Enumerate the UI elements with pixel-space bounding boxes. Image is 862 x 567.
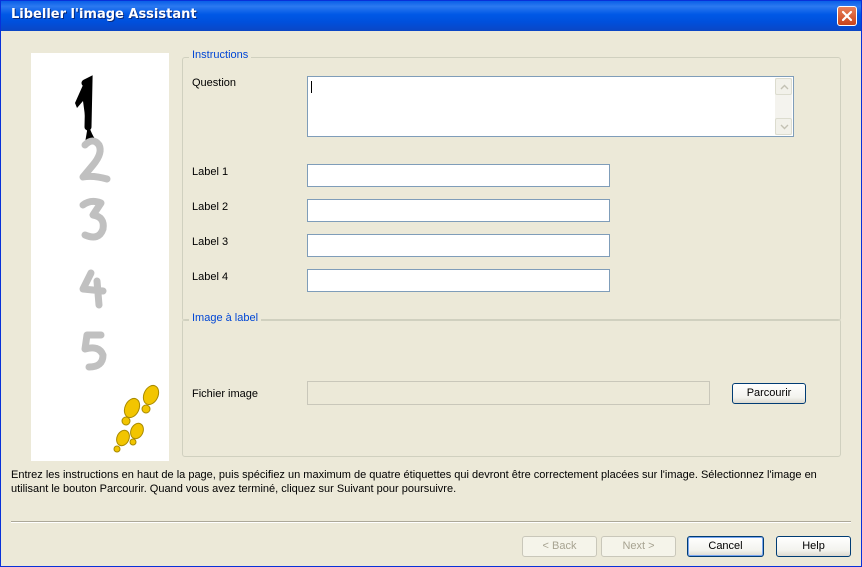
next-button[interactable]: Next >	[601, 536, 676, 557]
label-1-input[interactable]	[307, 164, 610, 187]
question-scrollbar[interactable]	[775, 78, 792, 135]
back-button[interactable]: < Back	[522, 536, 597, 557]
label-1-caption: Label 1	[192, 166, 229, 178]
browse-button[interactable]: Parcourir	[732, 383, 806, 404]
close-button[interactable]	[837, 6, 857, 26]
help-button[interactable]: Help	[776, 536, 851, 557]
help-text: Entrez les instructions en haut de la pa…	[11, 469, 817, 495]
image-legend: Image à label	[189, 312, 262, 324]
window-title: Libeller l'image Assistant	[11, 7, 197, 22]
footprints-icon	[113, 384, 160, 453]
text-caret	[311, 81, 312, 93]
image-file-label: Fichier image	[192, 388, 259, 400]
question-input[interactable]	[307, 76, 794, 137]
step-1-numeral	[75, 75, 95, 143]
question-label: Question	[192, 77, 237, 89]
scroll-up-button[interactable]	[775, 78, 792, 95]
label-4-caption: Label 4	[192, 271, 229, 283]
chevron-up-icon	[780, 84, 789, 90]
wizard-window: Libeller l'image Assistant Instructions …	[0, 0, 862, 567]
footer-separator	[11, 521, 851, 523]
scroll-down-button[interactable]	[775, 118, 792, 135]
cancel-button[interactable]: Cancel	[687, 536, 764, 557]
step-4-numeral	[79, 269, 107, 309]
image-file-input	[307, 381, 710, 405]
title-bar: Libeller l'image Assistant	[1, 1, 861, 31]
label-2-caption: Label 2	[192, 201, 229, 213]
chevron-down-icon	[780, 124, 789, 130]
close-icon	[841, 10, 853, 22]
step-3-numeral	[79, 197, 107, 241]
label-3-caption: Label 3	[192, 236, 229, 248]
step-2-numeral	[79, 137, 111, 183]
instructions-legend: Instructions	[189, 49, 252, 61]
step-5-numeral	[81, 331, 107, 371]
label-3-input[interactable]	[307, 234, 610, 257]
label-2-input[interactable]	[307, 199, 610, 222]
label-4-input[interactable]	[307, 269, 610, 292]
step-illustration	[31, 53, 169, 461]
